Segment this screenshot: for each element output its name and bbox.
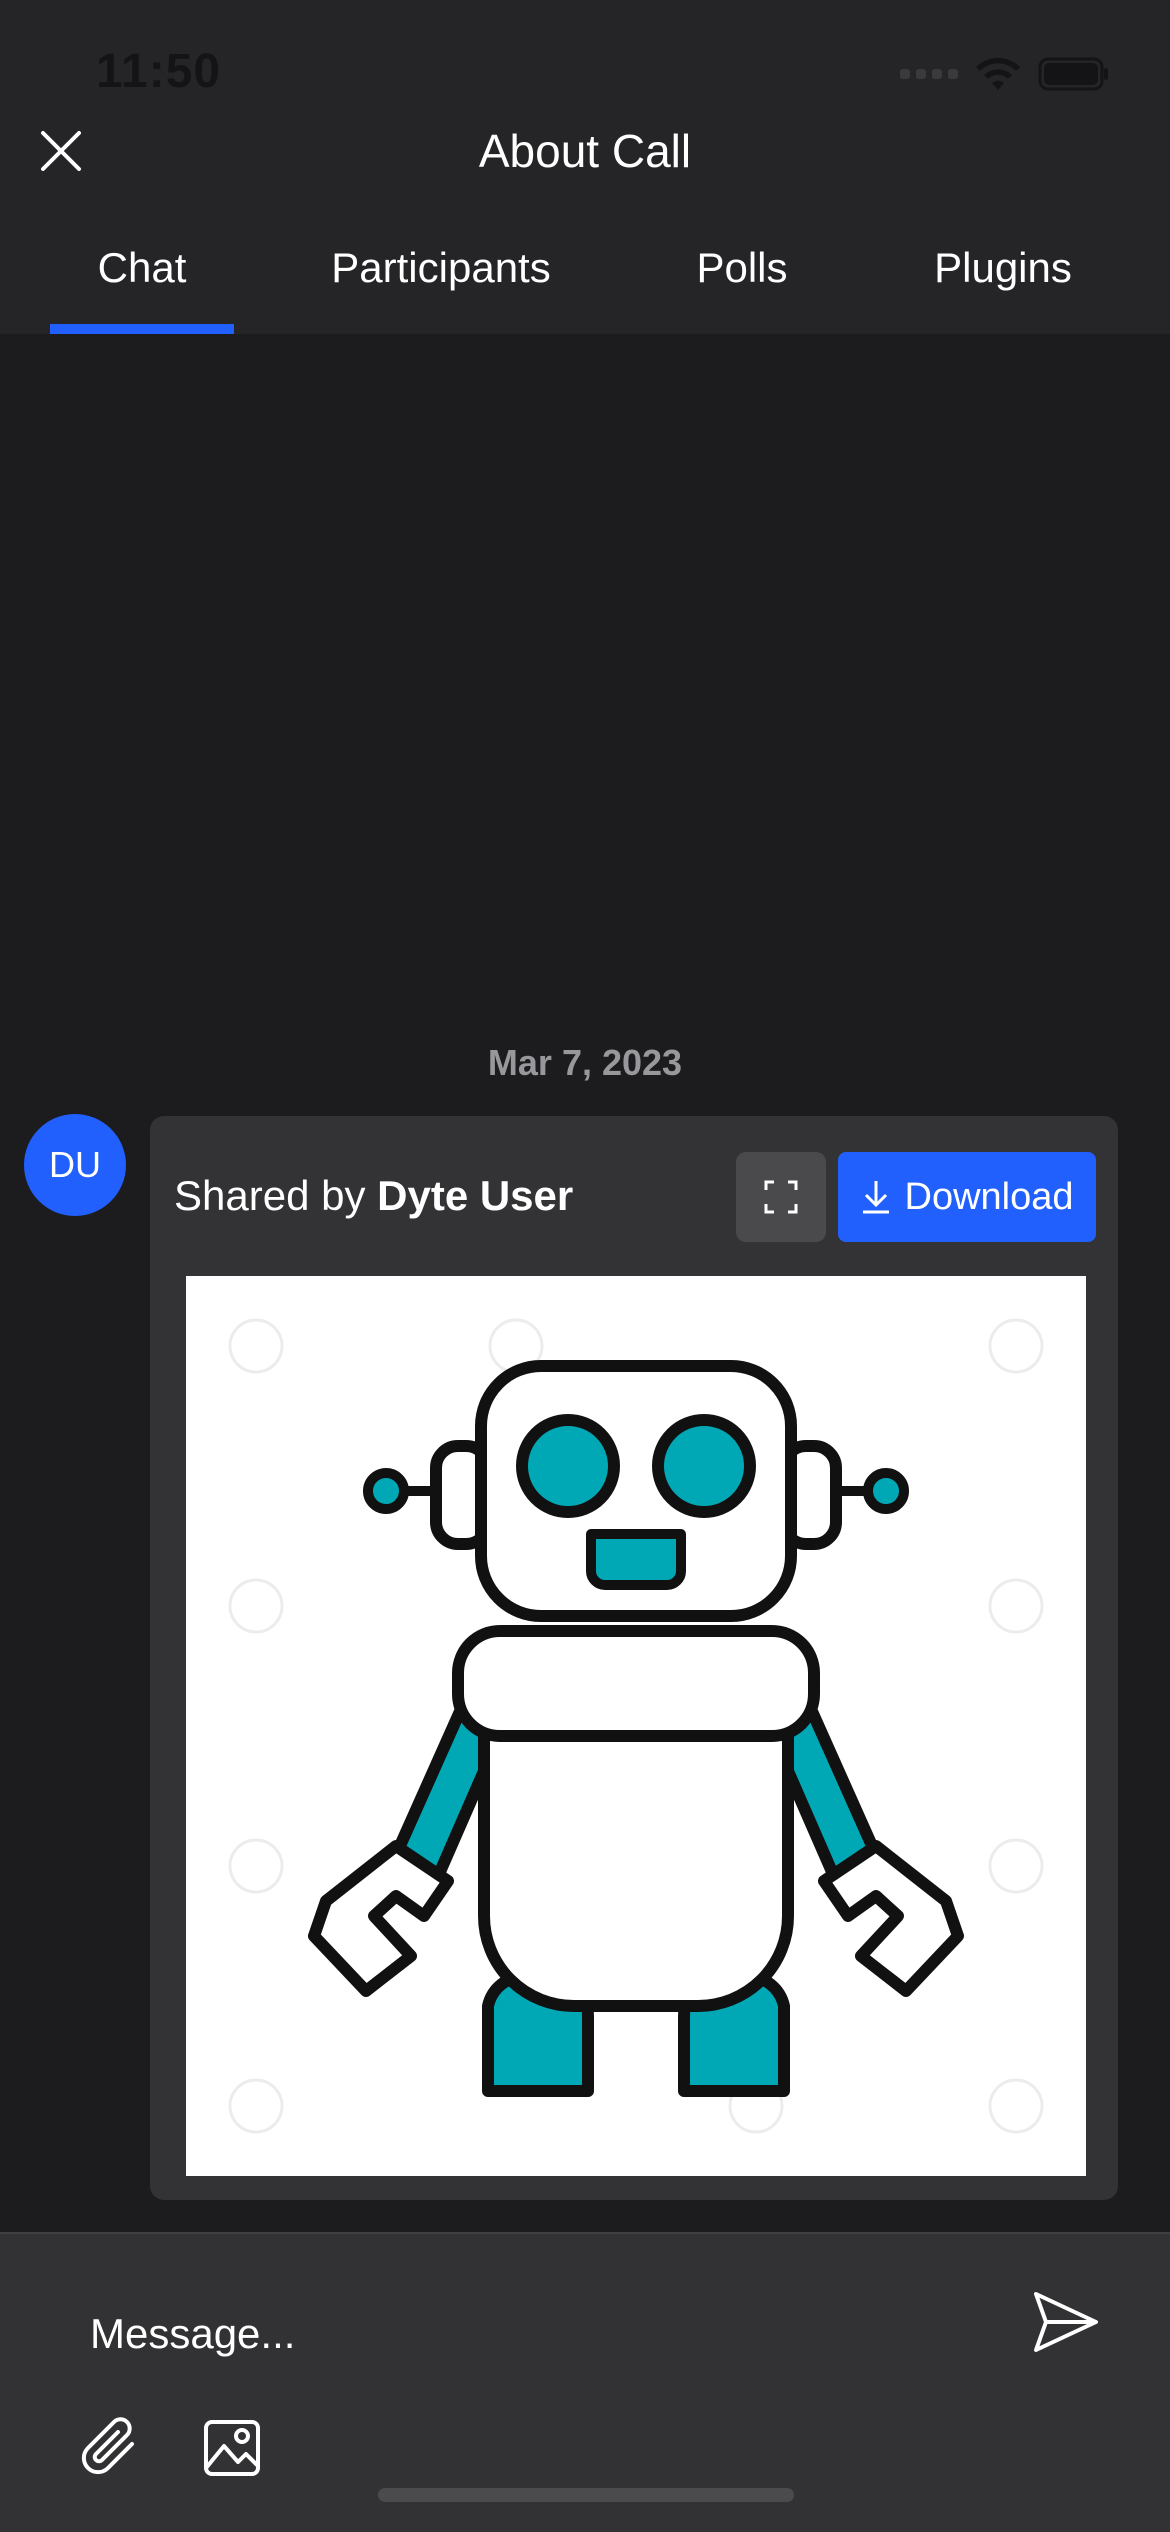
avatar-initials: DU <box>49 1144 101 1185</box>
send-icon <box>1034 2292 1098 2352</box>
download-icon <box>862 1181 889 1214</box>
top-header: 11:50 About Call Chat Participants Polls… <box>0 0 1170 334</box>
shared-image[interactable] <box>186 1276 1086 2176</box>
status-bar: 11:50 <box>0 0 1170 120</box>
chat-area[interactable]: Mar 7, 2023 DU Shared by Dyte User Downl… <box>0 334 1170 2232</box>
robot-image <box>228 1318 1044 2134</box>
fullscreen-button[interactable] <box>736 1152 826 1242</box>
tab-participants-label: Participants <box>331 244 551 291</box>
send-button[interactable] <box>1026 2282 1106 2362</box>
tab-plugins-label: Plugins <box>934 244 1072 291</box>
status-icons <box>900 56 1110 92</box>
tab-polls[interactable]: Polls <box>680 236 804 334</box>
paperclip-icon <box>81 2417 134 2475</box>
tab-chat[interactable]: Chat <box>50 236 234 334</box>
home-indicator <box>378 2488 794 2502</box>
battery-icon <box>1038 57 1108 91</box>
shared-by-text: Shared by Dyte User <box>174 1172 573 1220</box>
shared-by-prefix: Shared by <box>174 1172 366 1219</box>
download-button[interactable]: Download <box>838 1152 1096 1242</box>
image-icon <box>204 2420 260 2476</box>
tab-plugins[interactable]: Plugins <box>922 236 1084 334</box>
tab-bar: Chat Participants Polls Plugins <box>0 236 1170 334</box>
date-separator: Mar 7, 2023 <box>487 1042 683 1083</box>
status-time: 11:50 <box>96 45 222 98</box>
attach-image-button[interactable] <box>196 2412 268 2484</box>
tab-participants[interactable]: Participants <box>320 236 562 334</box>
tab-chat-label: Chat <box>97 244 187 291</box>
avatar[interactable]: DU <box>24 1114 126 1216</box>
cellular-signal-icon <box>900 69 958 79</box>
message-composer <box>0 2232 1170 2532</box>
fullscreen-icon <box>764 1180 798 1214</box>
sender-name: Dyte User <box>377 1172 574 1219</box>
page-title: About Call <box>478 125 692 177</box>
message-input[interactable] <box>90 2294 970 2374</box>
tab-polls-label: Polls <box>696 244 788 291</box>
wifi-icon <box>976 57 1020 90</box>
shared-image-message: Shared by Dyte User Download <box>150 1116 1118 2200</box>
attach-file-button[interactable] <box>76 2412 148 2484</box>
download-label: Download <box>904 1175 1074 1218</box>
